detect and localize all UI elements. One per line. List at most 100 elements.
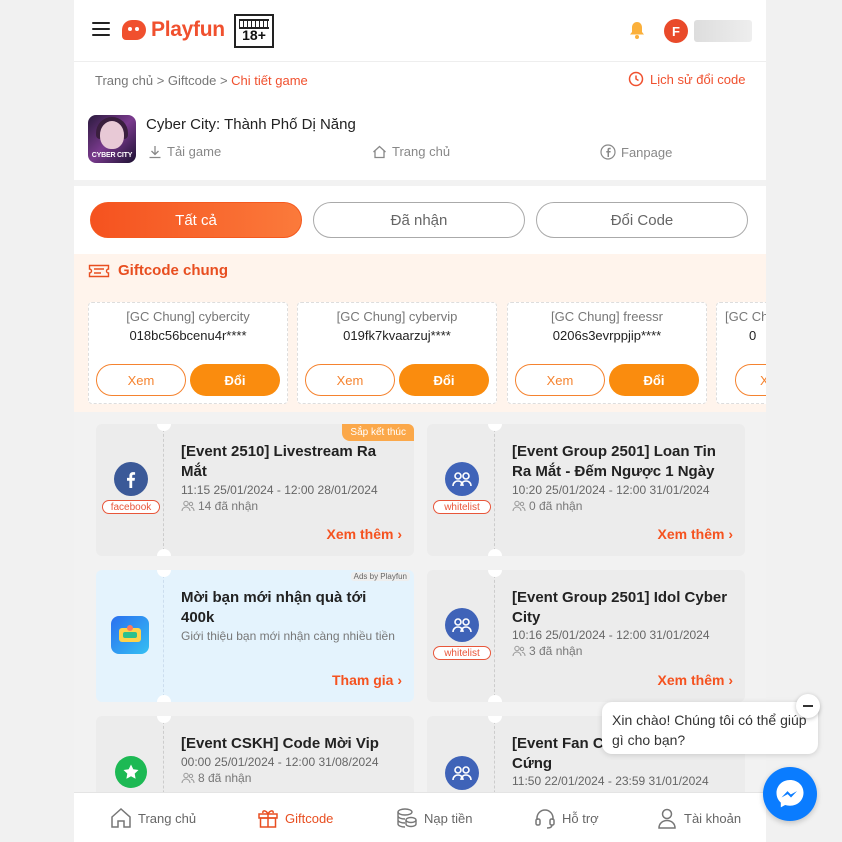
hamburger-menu-icon[interactable] <box>92 22 110 36</box>
giftcode-name: [GC Chung] cybervip <box>336 309 458 324</box>
giftcode-name: [GC Chung] cyber <box>725 309 766 324</box>
breadcrumb: Trang chủ > Giftcode > Chi tiết game <box>95 73 308 88</box>
nav-home-label: Trang chủ <box>138 810 197 826</box>
headset-icon <box>535 809 555 829</box>
breadcrumb-home[interactable]: Trang chủ <box>95 73 153 88</box>
chat-greeting-bubble[interactable]: Xin chào! Chúng tôi có thể giúp gì cho b… <box>602 702 818 754</box>
redeem-giftcode-button[interactable]: Đổi <box>609 364 699 396</box>
redeem-giftcode-button[interactable]: Đổi <box>190 364 280 396</box>
tab-redeem-code[interactable]: Đổi Code <box>536 202 748 238</box>
game-home-link[interactable]: Trang chủ <box>372 144 450 159</box>
history-link[interactable]: Lịch sử đổi code <box>628 71 745 87</box>
join-link[interactable]: Tham gia › <box>332 672 402 688</box>
users-icon <box>181 772 195 784</box>
breadcrumb-giftcode[interactable]: Giftcode <box>168 73 216 88</box>
chevron-right-icon: › <box>397 526 402 542</box>
event-description: Giới thiệu bạn mới nhận càng nhiều tiền <box>181 629 395 643</box>
game-title: Cyber City: Thành Phố Dị Năng <box>146 116 356 133</box>
event-received-count: 3 đã nhận <box>512 644 582 658</box>
messenger-button[interactable] <box>763 767 817 821</box>
history-clock-icon <box>628 71 644 87</box>
giftcode-card-partial: [GC Chung] cyber 0 Xe <box>716 302 766 404</box>
view-giftcode-button[interactable]: Xem <box>515 364 605 396</box>
event-received-label: 8 đã nhận <box>198 771 252 785</box>
view-more-link[interactable]: Xem thêm › <box>658 526 733 542</box>
giftcode-value: 019fk7kvaarzuj**** <box>343 328 451 343</box>
giftcode-common-title: Giftcode chung <box>118 262 228 279</box>
event-source-tag: facebook <box>102 500 160 514</box>
group-icon <box>445 462 479 496</box>
giftcode-value: 018bc56bcenu4r**** <box>129 328 247 343</box>
giftcode-value: 0 <box>749 328 757 343</box>
giftcode-common-section: Giftcode chung [GC Chung] cybercity 018b… <box>74 254 766 412</box>
chevron-right-icon: › <box>397 672 402 688</box>
nav-support[interactable]: Hỗ trợ <box>534 807 599 829</box>
view-giftcode-label: Xe <box>760 373 766 388</box>
event-received-label: 0 đã nhận <box>529 499 583 513</box>
nav-giftcode-label: Giftcode <box>285 810 334 826</box>
username-placeholder[interactable] <box>694 20 752 42</box>
event-card[interactable]: facebook Sắp kết thúc [Event 2510] Lives… <box>96 424 414 556</box>
event-received-count: 0 đã nhận <box>512 499 582 513</box>
facebook-icon <box>114 462 148 496</box>
ending-soon-badge: Sắp kết thúc <box>342 424 414 441</box>
nav-account[interactable]: Tài khoản <box>656 807 741 829</box>
nav-support-label: Hỗ trợ <box>562 810 599 826</box>
notification-bell-icon[interactable] <box>627 20 647 40</box>
nav-account-label: Tài khoản <box>684 810 742 826</box>
star-icon <box>115 756 147 788</box>
nav-home[interactable]: Trang chủ <box>110 807 196 829</box>
giftcode-name: [GC Chung] cybercity <box>126 309 250 324</box>
facebook-small-icon <box>600 144 616 160</box>
event-source-tag: whitelist <box>433 500 491 514</box>
nav-topup[interactable]: Nạp tiền <box>396 807 472 829</box>
chevron-right-icon: › <box>728 672 733 688</box>
redeem-giftcode-button[interactable]: Đổi <box>399 364 489 396</box>
game-icon-text: CYBER CITY <box>91 152 133 159</box>
view-giftcode-button[interactable]: Xem <box>305 364 395 396</box>
event-title: [Event Group 2501] Idol Cyber City <box>512 589 728 626</box>
view-more-link[interactable]: Xem thêm › <box>327 526 402 542</box>
giftcode-name: [GC Chung] freessr <box>551 309 663 324</box>
top-header: Playfun 18+ F <box>74 0 766 62</box>
event-source-tag: whitelist <box>433 646 491 660</box>
game-icon: CYBER CITY <box>88 115 136 163</box>
nav-giftcode[interactable]: Giftcode <box>257 807 333 829</box>
event-card-stub: facebook <box>96 424 164 556</box>
giftcode-card: [GC Chung] cybervip 019fk7kvaarzuj**** X… <box>297 302 497 404</box>
chat-close-icon[interactable] <box>796 694 820 718</box>
age-rating-badge: 18+ <box>234 14 274 48</box>
nav-topup-label: Nạp tiền <box>424 810 473 826</box>
filter-tabs: Tất cả Đã nhận Đổi Code <box>74 186 766 254</box>
fanpage-link[interactable]: Fanpage <box>600 144 672 160</box>
ticket-icon <box>88 264 110 277</box>
coins-icon <box>397 808 417 828</box>
playfun-logo[interactable]: Playfun <box>122 18 225 42</box>
download-game-link[interactable]: Tải game <box>148 144 221 159</box>
view-giftcode-button[interactable]: Xe <box>735 364 766 396</box>
view-giftcode-button[interactable]: Xem <box>96 364 186 396</box>
logo-text: Playfun <box>151 18 225 41</box>
event-card-stub: whitelist <box>427 424 495 556</box>
user-avatar[interactable]: F <box>664 19 688 43</box>
event-card[interactable]: whitelist [Event Group 2501] Idol Cyber … <box>427 570 745 702</box>
download-game-label: Tải game <box>167 144 222 159</box>
giftcode-card: [GC Chung] cybercity 018bc56bcenu4r**** … <box>88 302 288 404</box>
giftcode-card-row: [GC Chung] cybercity 018bc56bcenu4r**** … <box>88 302 766 404</box>
event-received-label: 3 đã nhận <box>529 644 583 658</box>
breadcrumb-separator: > <box>156 73 165 88</box>
tab-received[interactable]: Đã nhận <box>313 202 525 238</box>
tab-all[interactable]: Tất cả <box>90 202 302 238</box>
event-date: 00:00 25/01/2024 - 12:00 31/08/2024 <box>181 755 379 769</box>
view-more-link[interactable]: Xem thêm › <box>658 672 733 688</box>
event-card[interactable]: whitelist [Event Group 2501] Loan Tin Ra… <box>427 424 745 556</box>
event-date: 10:16 25/01/2024 - 12:00 31/01/2024 <box>512 628 710 642</box>
group-icon <box>445 756 479 790</box>
invite-friends-ad-card[interactable]: Ads by Playfun Mời bạn mới nhận quà tới … <box>96 570 414 702</box>
event-card-stub: whitelist <box>427 570 495 702</box>
app-promo-icon <box>111 616 149 654</box>
view-more-label: Xem thêm <box>657 526 725 542</box>
event-date: 11:15 25/01/2024 - 12:00 28/01/2024 <box>181 483 378 497</box>
giftcode-value: 0206s3evrppjip**** <box>552 328 662 343</box>
event-card-stub <box>96 570 164 702</box>
